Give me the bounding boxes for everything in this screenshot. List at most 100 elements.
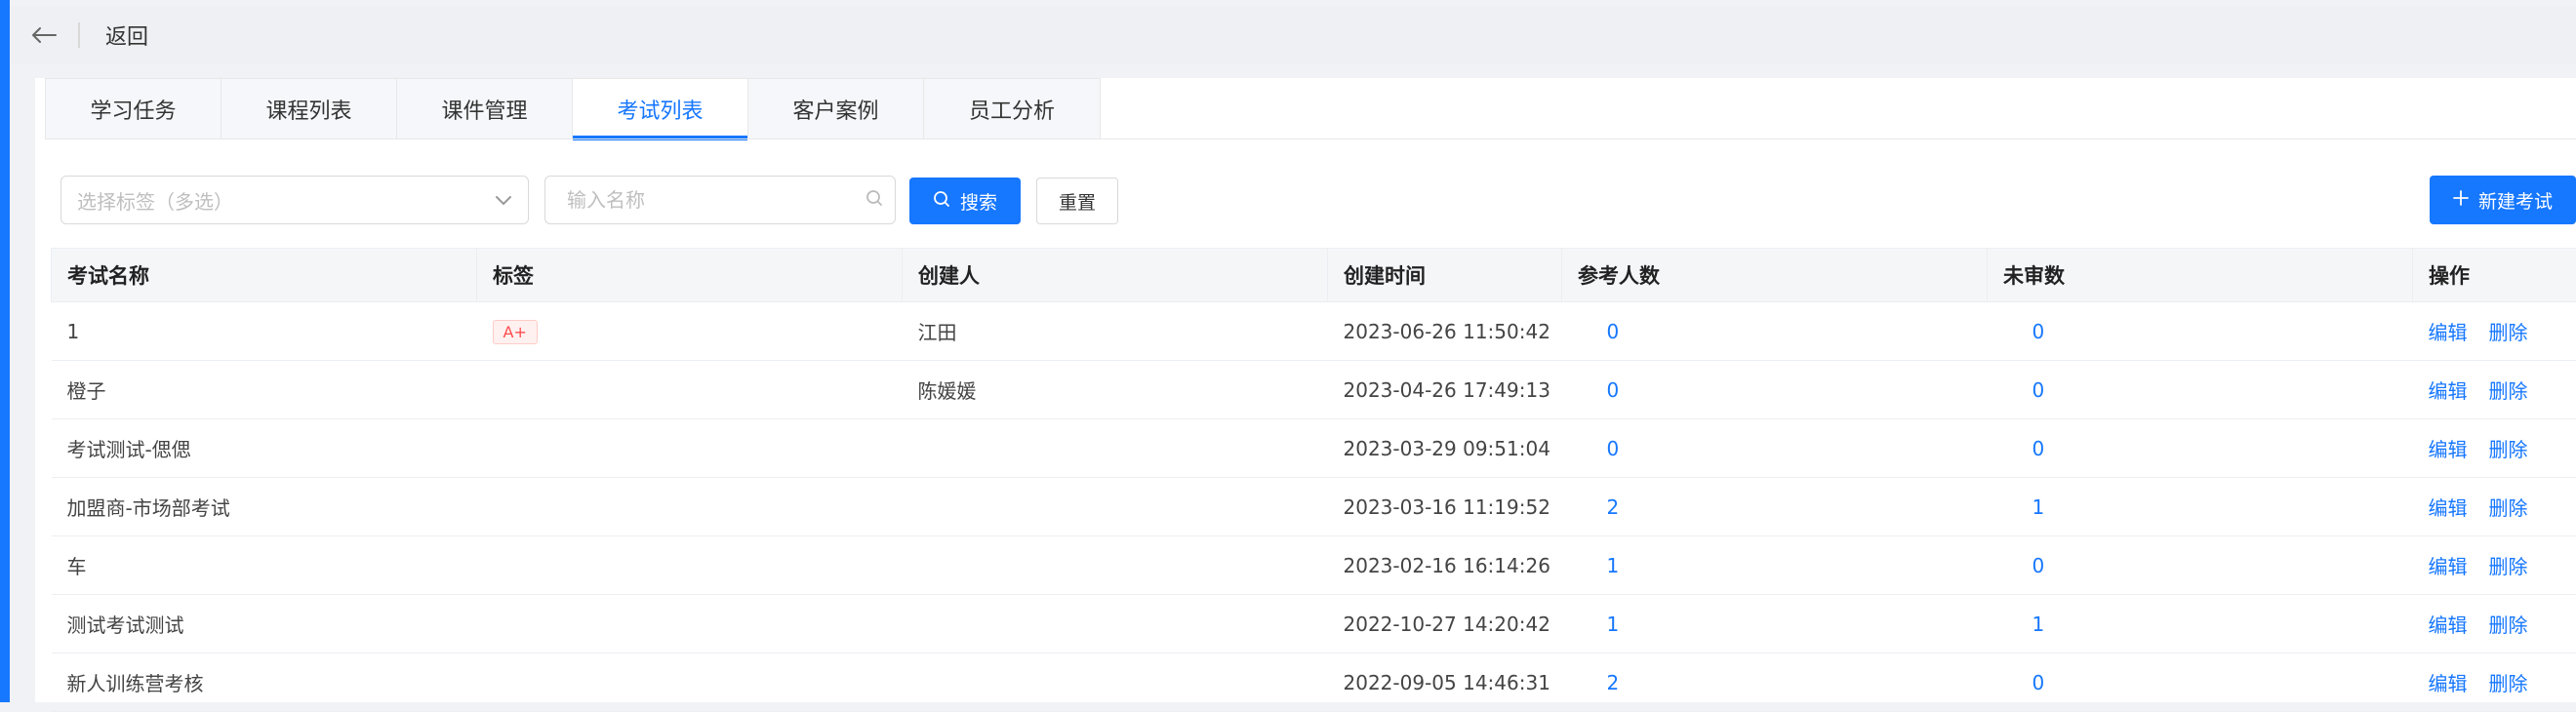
left-accent-bar: [0, 0, 10, 702]
delete-link[interactable]: 删除: [2489, 672, 2528, 695]
cell-actions: 编辑删除: [2413, 536, 2576, 595]
cell-unreviewed[interactable]: 1: [1988, 478, 2413, 536]
tab-course-list[interactable]: 课程列表: [221, 79, 397, 138]
edit-link[interactable]: 编辑: [2429, 321, 2468, 344]
tag-select[interactable]: 选择标签（多选）: [60, 176, 529, 224]
plus-icon: [2453, 189, 2469, 211]
column-header-unreviewed: 未审数: [1988, 249, 2413, 302]
cell-participants[interactable]: 2: [1562, 478, 1988, 536]
cell-unreviewed[interactable]: 0: [1988, 536, 2413, 595]
delete-link[interactable]: 删除: [2489, 438, 2528, 461]
edit-link[interactable]: 编辑: [2429, 555, 2468, 578]
column-header-creator: 创建人: [903, 249, 1328, 302]
back-arrow-icon[interactable]: [10, 6, 78, 64]
table-row: 车 2023-02-16 16:14:26 1 0 编辑删除: [52, 536, 2576, 595]
cell-created-time: 2022-10-27 14:20:42: [1328, 595, 1562, 653]
column-header-tag: 标签: [477, 249, 903, 302]
cell-participants[interactable]: 2: [1562, 653, 1988, 712]
cell-creator: 陈媛媛: [903, 361, 1328, 419]
tab-courseware[interactable]: 课件管理: [397, 79, 573, 138]
tab-staff-analysis[interactable]: 员工分析: [924, 79, 1100, 138]
cell-creator: [903, 478, 1328, 536]
reset-button[interactable]: 重置: [1036, 178, 1118, 224]
edit-link[interactable]: 编辑: [2429, 438, 2468, 461]
cell-unreviewed[interactable]: 0: [1988, 302, 2413, 361]
cell-creator: [903, 536, 1328, 595]
new-exam-button[interactable]: 新建考试: [2430, 176, 2576, 224]
cell-tag: [477, 478, 903, 536]
delete-link[interactable]: 删除: [2489, 613, 2528, 637]
table-row: 橙子 陈媛媛 2023-04-26 17:49:13 0 0 编辑删除: [52, 361, 2576, 419]
cell-participants[interactable]: 1: [1562, 595, 1988, 653]
cell-creator: [903, 595, 1328, 653]
cell-actions: 编辑删除: [2413, 361, 2576, 419]
tabs-divider: [45, 138, 2576, 139]
table-row: 测试考试测试 2022-10-27 14:20:42 1 1 编辑删除: [52, 595, 2576, 653]
edit-link[interactable]: 编辑: [2429, 496, 2468, 520]
cell-creator: 江田: [903, 302, 1328, 361]
cell-exam-name: 新人训练营考核: [52, 653, 477, 712]
delete-link[interactable]: 删除: [2489, 379, 2528, 403]
cell-creator: [903, 653, 1328, 712]
edit-link[interactable]: 编辑: [2429, 379, 2468, 403]
cell-tag: [477, 536, 903, 595]
table-row: 考试测试-偲偲 2023-03-29 09:51:04 0 0 编辑删除: [52, 419, 2576, 478]
cell-actions: 编辑删除: [2413, 419, 2576, 478]
column-header-name: 考试名称: [52, 249, 477, 302]
edit-link[interactable]: 编辑: [2429, 672, 2468, 695]
cell-exam-name: 车: [52, 536, 477, 595]
cell-created-time: 2023-06-26 11:50:42: [1328, 302, 1562, 361]
cell-participants[interactable]: 0: [1562, 361, 1988, 419]
search-icon[interactable]: [865, 189, 883, 211]
cell-unreviewed[interactable]: 0: [1988, 419, 2413, 478]
delete-link[interactable]: 删除: [2489, 496, 2528, 520]
cell-exam-name: 加盟商-市场部考试: [52, 478, 477, 536]
cell-exam-name: 橙子: [52, 361, 477, 419]
cell-created-time: 2023-02-16 16:14:26: [1328, 536, 1562, 595]
exam-table: 考试名称 标签 创建人 创建时间 参考人数 未审数 操作 1 A+ 江田 202…: [51, 248, 2576, 712]
cell-exam-name: 测试考试测试: [52, 595, 477, 653]
cell-tag: [477, 653, 903, 712]
cell-exam-name: 1: [52, 302, 477, 361]
cell-unreviewed[interactable]: 0: [1988, 361, 2413, 419]
search-button-label: 搜索: [960, 188, 997, 215]
cell-actions: 编辑删除: [2413, 653, 2576, 712]
column-header-actions: 操作: [2413, 249, 2576, 302]
tag-badge: A+: [493, 320, 538, 344]
cell-created-time: 2023-03-29 09:51:04: [1328, 419, 1562, 478]
cell-tag: [477, 595, 903, 653]
cell-created-time: 2023-03-16 11:19:52: [1328, 478, 1562, 536]
name-search-field: [544, 176, 896, 224]
cell-exam-name: 考试测试-偲偲: [52, 419, 477, 478]
search-button[interactable]: 搜索: [909, 178, 1021, 224]
cell-unreviewed[interactable]: 0: [1988, 653, 2413, 712]
cell-participants[interactable]: 0: [1562, 419, 1988, 478]
cell-tag: [477, 419, 903, 478]
header-bar: 返回: [10, 6, 2576, 64]
cell-actions: 编辑删除: [2413, 595, 2576, 653]
name-input[interactable]: [567, 188, 865, 212]
chevron-down-icon: [495, 191, 512, 210]
page: 返回 学习任务 课程列表 课件管理 考试列表 客户案例 员工分析 选择标签（多选…: [10, 0, 2576, 702]
cell-unreviewed[interactable]: 1: [1988, 595, 2413, 653]
cell-actions: 编辑删除: [2413, 478, 2576, 536]
tab-exam-list[interactable]: 考试列表: [573, 79, 748, 138]
cell-created-time: 2023-04-26 17:49:13: [1328, 361, 1562, 419]
cell-tag: A+: [477, 302, 903, 361]
tab-bar: 学习任务 课程列表 课件管理 考试列表 客户案例 员工分析: [45, 78, 1101, 138]
tag-select-placeholder: 选择标签（多选）: [77, 186, 495, 215]
back-link[interactable]: 返回: [105, 20, 148, 51]
new-exam-label: 新建考试: [2478, 187, 2553, 214]
column-header-participants: 参考人数: [1562, 249, 1988, 302]
cell-participants[interactable]: 1: [1562, 536, 1988, 595]
table-header-row: 考试名称 标签 创建人 创建时间 参考人数 未审数 操作: [52, 249, 2576, 302]
tab-customer-cases[interactable]: 客户案例: [748, 79, 924, 138]
cell-actions: 编辑删除: [2413, 302, 2576, 361]
cell-creator: [903, 419, 1328, 478]
cell-participants[interactable]: 0: [1562, 302, 1988, 361]
delete-link[interactable]: 删除: [2489, 321, 2528, 344]
tab-learning-tasks[interactable]: 学习任务: [46, 79, 221, 138]
main-card: 学习任务 课程列表 课件管理 考试列表 客户案例 员工分析 选择标签（多选）: [35, 78, 2576, 702]
edit-link[interactable]: 编辑: [2429, 613, 2468, 637]
delete-link[interactable]: 删除: [2489, 555, 2528, 578]
